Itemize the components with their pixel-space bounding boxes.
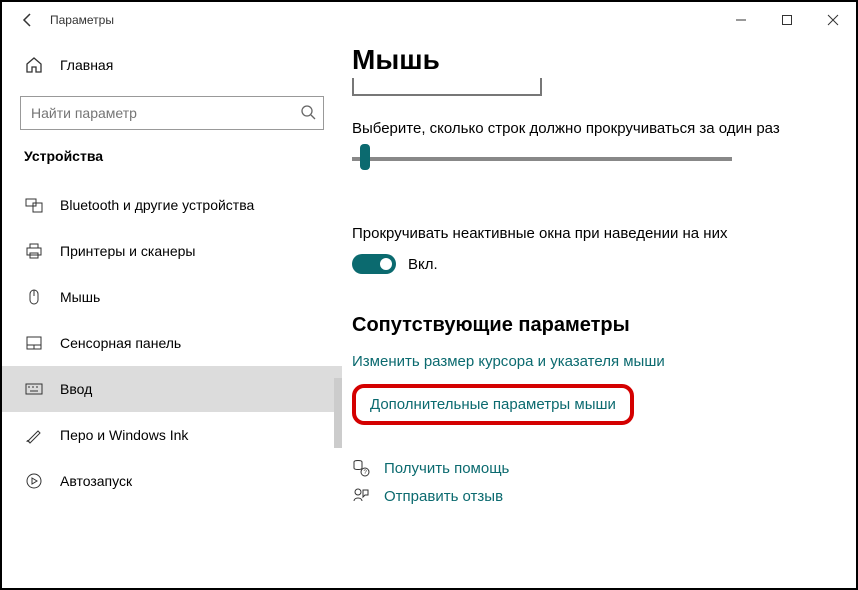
sidebar-item-label: Сенсорная панель [60, 335, 181, 351]
inactive-scroll-label: Прокручивать неактивные окна при наведен… [352, 225, 846, 242]
footer-links: ? Получить помощь Отправить отзыв [352, 459, 846, 505]
home-label: Главная [60, 57, 113, 73]
feedback-label: Отправить отзыв [384, 488, 503, 505]
titlebar: Параметры [2, 2, 856, 38]
sidebar: Главная Устройства Bluetooth и другие ус… [2, 38, 342, 588]
sidebar-item-label: Автозапуск [60, 473, 132, 489]
pen-icon [24, 426, 44, 444]
sidebar-item-touchpad[interactable]: Сенсорная панель [2, 320, 342, 366]
sidebar-item-label: Ввод [60, 381, 92, 397]
sidebar-item-mouse[interactable]: Мышь [2, 274, 342, 320]
autoplay-icon [24, 472, 44, 490]
feedback-link[interactable]: Отправить отзыв [352, 487, 846, 505]
sidebar-item-label: Перо и Windows Ink [60, 427, 188, 443]
keyboard-icon [24, 380, 44, 398]
slider-track [352, 157, 732, 161]
inactive-scroll-row: Прокручивать неактивные окна при наведен… [352, 225, 846, 274]
printer-icon [24, 242, 44, 260]
related-heading: Сопутствующие параметры [352, 314, 846, 337]
get-help-link[interactable]: ? Получить помощь [352, 459, 846, 477]
scroll-lines-slider[interactable] [352, 149, 732, 179]
back-button[interactable] [14, 6, 42, 34]
sidebar-item-printers[interactable]: Принтеры и сканеры [2, 228, 342, 274]
window-title: Параметры [50, 13, 114, 27]
touchpad-icon [24, 334, 44, 352]
devices-icon [24, 196, 44, 214]
minimize-button[interactable] [718, 4, 764, 36]
window-controls [718, 4, 856, 36]
toggle-state-label: Вкл. [408, 256, 438, 273]
sidebar-scrollbar[interactable] [334, 378, 342, 448]
inactive-scroll-toggle[interactable]: Вкл. [352, 254, 846, 274]
mouse-icon [24, 288, 44, 306]
sidebar-item-bluetooth[interactable]: Bluetooth и другие устройства [2, 182, 342, 228]
maximize-button[interactable] [764, 4, 810, 36]
sidebar-item-autoplay[interactable]: Автозапуск [2, 458, 342, 504]
sidebar-item-label: Принтеры и сканеры [60, 243, 195, 259]
link-cursor-size[interactable]: Изменить размер курсора и указателя мыши [352, 353, 846, 370]
sidebar-item-pen[interactable]: Перо и Windows Ink [2, 412, 342, 458]
home-button[interactable]: Главная [2, 50, 342, 80]
home-icon [24, 56, 44, 74]
highlight-box: Дополнительные параметры мыши [352, 384, 634, 425]
scroll-lines-label: Выберите, сколько строк должно прокручив… [352, 120, 846, 137]
feedback-icon [352, 487, 374, 505]
search-input[interactable] [20, 96, 324, 130]
category-label: Устройства [2, 148, 342, 172]
search-wrap [20, 96, 324, 130]
search-icon [300, 104, 316, 120]
main-panel: Мышь Выберите, сколько строк должно прок… [342, 38, 856, 588]
sidebar-item-typing[interactable]: Ввод [2, 366, 342, 412]
sidebar-item-label: Bluetooth и другие устройства [60, 197, 254, 213]
nav-list: Bluetooth и другие устройства Принтеры и… [2, 182, 342, 504]
content: Главная Устройства Bluetooth и другие ус… [2, 38, 856, 588]
link-advanced-mouse[interactable]: Дополнительные параметры мыши [370, 396, 616, 413]
slider-thumb[interactable] [360, 144, 370, 170]
toggle-pill [352, 254, 396, 274]
settings-window: Параметры Главная [0, 0, 858, 590]
toggle-knob [380, 258, 392, 270]
help-icon: ? [352, 459, 374, 477]
sidebar-item-label: Мышь [60, 289, 100, 305]
get-help-label: Получить помощь [384, 460, 509, 477]
page-title: Мышь [352, 44, 846, 76]
dropdown-remnant[interactable] [352, 78, 542, 96]
close-button[interactable] [810, 4, 856, 36]
